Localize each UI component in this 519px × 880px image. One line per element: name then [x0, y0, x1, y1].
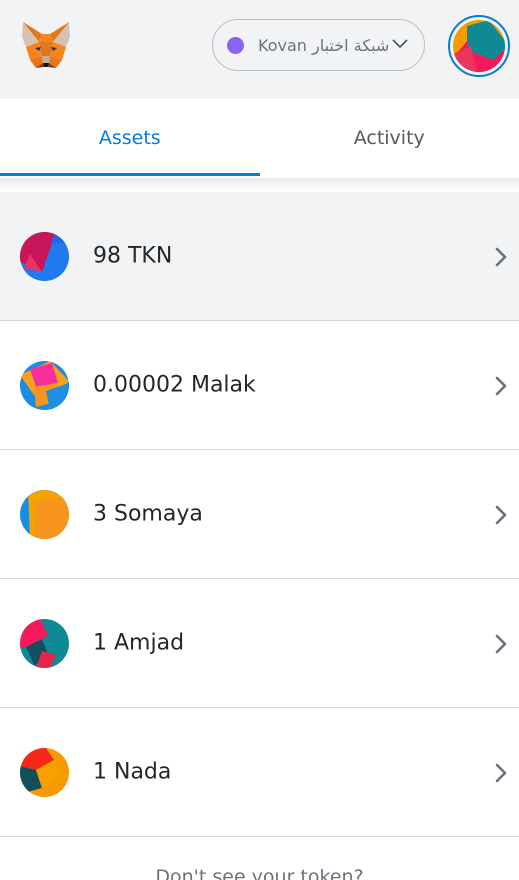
chevron-right-icon: [495, 247, 507, 267]
amjad-token-icon: [20, 619, 69, 668]
tab-bar: Assets Activity: [0, 99, 519, 178]
asset-balance: 1 Nada: [93, 759, 172, 785]
tab-assets[interactable]: Assets: [0, 99, 260, 176]
chevron-right-icon: [495, 376, 507, 396]
chevron-right-icon: [495, 763, 507, 783]
asset-row[interactable]: 3 Somaya: [0, 450, 519, 579]
asset-balance: 1 Amjad: [93, 630, 185, 656]
malak-token-icon: [20, 361, 69, 410]
asset-row[interactable]: 1 Nada: [0, 708, 519, 837]
network-selector[interactable]: شبكة اختبار Kovan: [212, 19, 425, 71]
wallet-app: شبكة اختبار Kovan Assets Activity 98 TKN…: [0, 0, 519, 880]
tab-activity[interactable]: Activity: [260, 99, 519, 176]
asset-row[interactable]: 0.00002 Malak: [0, 321, 519, 450]
nada-token-icon: [20, 748, 69, 797]
tkn-token-icon: [20, 232, 69, 281]
asset-row[interactable]: 1 Amjad: [0, 579, 519, 708]
chevron-right-icon: [495, 505, 507, 525]
somaya-token-icon: [20, 490, 69, 539]
metamask-fox-logo[interactable]: [20, 20, 72, 70]
missing-token-link[interactable]: Don't see your token?: [0, 866, 519, 880]
asset-balance: 0.00002 Malak: [93, 372, 256, 398]
chevron-right-icon: [495, 634, 507, 654]
identicon-icon: [453, 20, 505, 72]
account-avatar[interactable]: [448, 15, 510, 77]
asset-list: 98 TKN 0.00002 Malak 3 Somaya 1 Amjad 1 …: [0, 192, 519, 837]
network-status-dot: [227, 36, 244, 54]
app-header: شبكة اختبار Kovan: [0, 0, 519, 99]
asset-balance: 98 TKN: [93, 243, 173, 269]
network-label: شبكة اختبار Kovan: [258, 35, 390, 55]
asset-row[interactable]: 98 TKN: [0, 192, 519, 321]
chevron-down-icon: [392, 39, 408, 49]
tab-divider: [0, 178, 519, 192]
asset-balance: 3 Somaya: [93, 501, 203, 527]
